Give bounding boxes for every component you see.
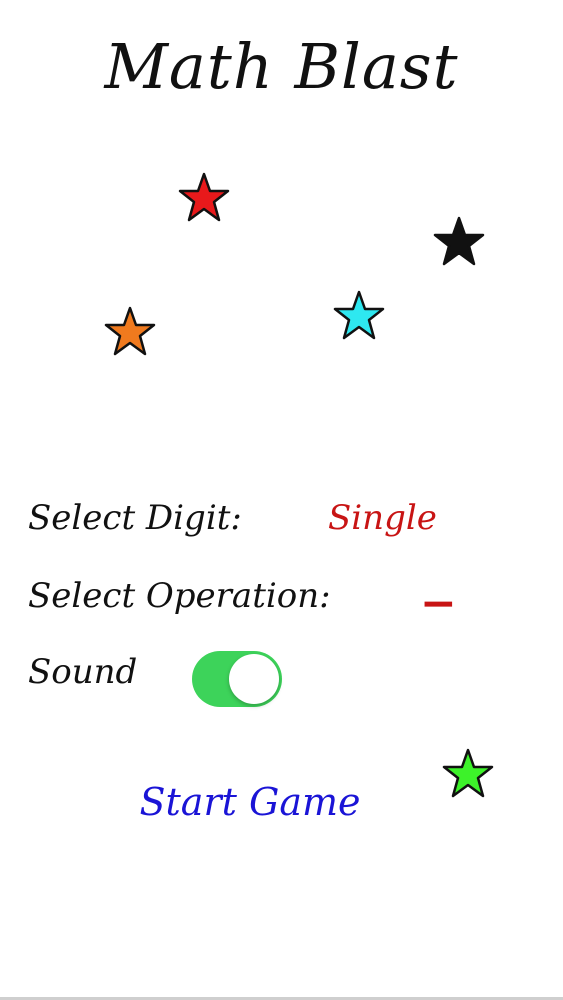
sound-toggle[interactable]	[192, 651, 282, 707]
operation-value-button[interactable]: −	[420, 578, 457, 629]
game-title: Math Blast	[104, 30, 459, 103]
red-star-icon	[178, 172, 230, 222]
select-digit-label: Select Digit:	[28, 498, 242, 538]
select-operation-label: Select Operation:	[28, 576, 331, 616]
digit-value-button[interactable]: Single	[328, 498, 437, 538]
sound-label: Sound	[28, 652, 138, 692]
start-game-button[interactable]: Start Game	[0, 780, 500, 824]
cyan-star-icon	[333, 290, 385, 340]
orange-star-icon	[104, 306, 156, 356]
black-star-icon	[433, 216, 485, 266]
toggle-knob	[229, 654, 279, 704]
